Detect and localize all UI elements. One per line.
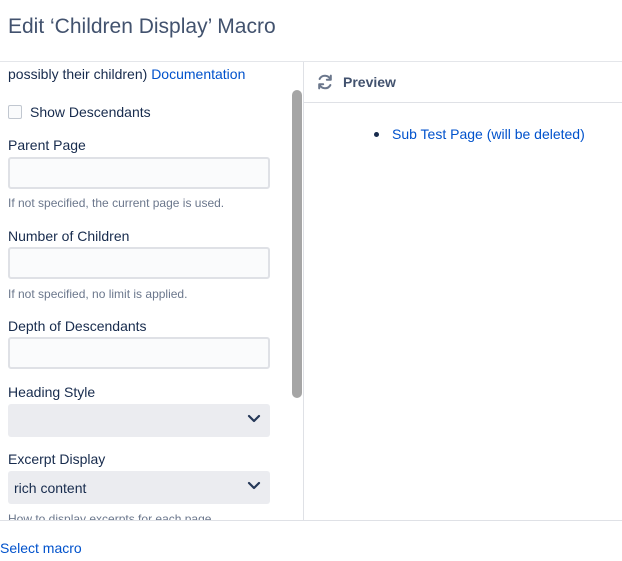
number-of-children-label: Number of Children <box>8 228 130 244</box>
documentation-link[interactable]: Documentation <box>151 66 245 82</box>
preview-title: Preview <box>343 74 396 90</box>
show-descendants-checkbox[interactable] <box>8 105 22 119</box>
preview-header: Preview <box>304 62 622 103</box>
intro-text-label: possibly their children) <box>8 66 148 82</box>
dialog-title: Edit ‘Children Display’ Macro <box>8 15 276 38</box>
chevron-down-icon <box>247 414 261 423</box>
parent-page-label: Parent Page <box>8 137 86 153</box>
pane-divider <box>303 62 304 520</box>
excerpt-display-help: How to display excerpts for each page. <box>8 512 215 520</box>
excerpt-display-value: rich content <box>14 479 87 496</box>
show-descendants-label[interactable]: Show Descendants <box>30 104 151 120</box>
parent-page-input[interactable] <box>8 157 270 189</box>
preview-page-link[interactable]: Sub Test Page (will be deleted) <box>392 126 585 142</box>
macro-parameters-pane[interactable]: possibly their children) Documentation S… <box>0 62 303 520</box>
preview-list: Sub Test Page (will be deleted) <box>374 126 585 142</box>
scrollbar-thumb[interactable] <box>292 90 302 398</box>
heading-style-select[interactable] <box>8 404 270 437</box>
chevron-down-icon <box>247 481 261 490</box>
depth-of-descendants-label: Depth of Descendants <box>8 318 147 334</box>
show-descendants-row[interactable]: Show Descendants <box>8 104 151 120</box>
number-of-children-input[interactable] <box>8 247 270 279</box>
excerpt-display-select[interactable]: rich content <box>8 471 270 504</box>
excerpt-display-label: Excerpt Display <box>8 451 106 467</box>
footer-divider <box>0 520 622 521</box>
refresh-icon[interactable] <box>316 73 334 91</box>
heading-style-label: Heading Style <box>8 384 96 400</box>
depth-of-descendants-input[interactable] <box>8 337 270 369</box>
preview-list-item: Sub Test Page (will be deleted) <box>374 126 585 142</box>
select-macro-link[interactable]: Select macro <box>0 540 82 556</box>
number-of-children-help: If not specified, no limit is applied. <box>8 287 188 301</box>
bullet-icon <box>374 131 379 137</box>
parent-page-help: If not specified, the current page is us… <box>8 196 225 210</box>
intro-text: possibly their children) Documentation <box>8 66 245 82</box>
